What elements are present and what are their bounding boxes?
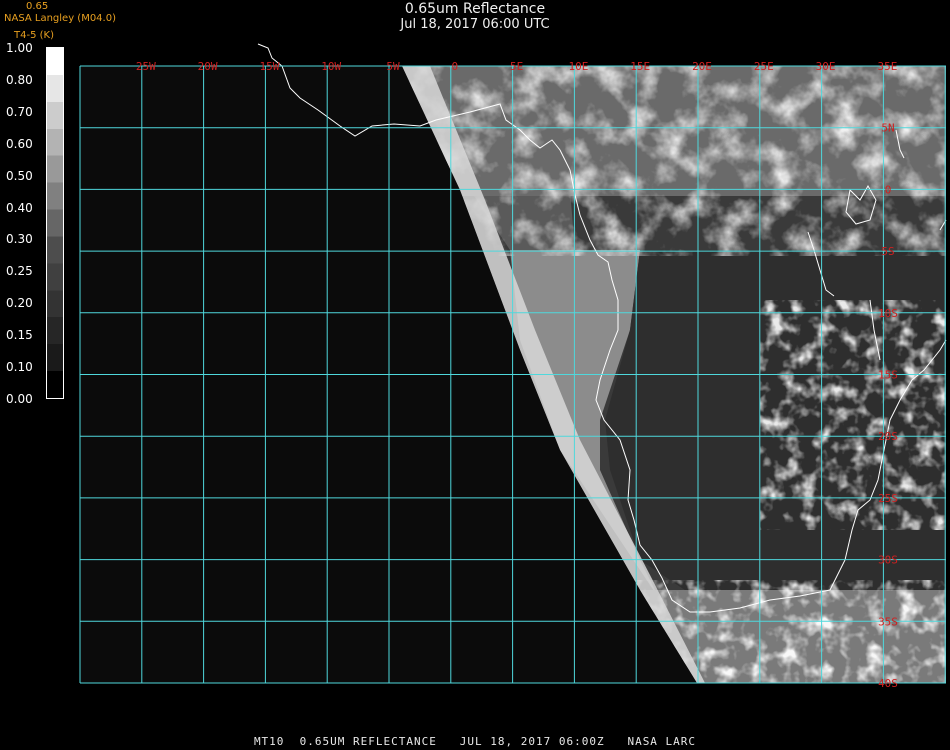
longitude-label: 30E <box>816 60 836 73</box>
colorbar <box>46 47 64 399</box>
credit-top: 0.65 <box>26 1 49 12</box>
satellite-map: 25W 20W 15W 10W 5W 0 5E 10E 15E 20E 25E 30E 35E 5N 0 5S… <box>79 43 947 690</box>
longitude-label: 35E <box>877 60 897 73</box>
longitude-label: 20E <box>692 60 712 73</box>
colorbar-tick-label: 0.50 <box>6 168 33 183</box>
colorbar-tick-label: 0.30 <box>6 232 33 247</box>
colorbar-tick-label: 1.00 <box>6 41 33 55</box>
credit-agency: NASA Langley (M04.0) <box>4 13 116 24</box>
credit-units: T4-5 (K) <box>14 30 54 41</box>
longitude-label: 5W <box>386 60 400 73</box>
latitude-label: 25S <box>878 492 898 505</box>
colorbar-tick-label: 0.00 <box>6 391 33 406</box>
longitude-label: 25W <box>136 60 156 73</box>
longitude-label: 10E <box>568 60 588 73</box>
colorbar-tick-label: 0.70 <box>6 104 33 119</box>
latitude-label: 30S <box>878 554 898 567</box>
longitude-label: 15W <box>259 60 279 73</box>
longitude-label: 25E <box>754 60 774 73</box>
latitude-label: 35S <box>878 615 898 628</box>
latitude-label: 10S <box>878 307 898 320</box>
longitude-label: 0 <box>451 60 458 73</box>
colorbar-tick-label: 0.20 <box>6 296 33 311</box>
page-subtitle: Jul 18, 2017 06:00 UTC <box>400 17 550 32</box>
latitude-label: 5S <box>881 245 894 258</box>
latitude-label: 0 <box>885 183 892 196</box>
footer-caption: MT10 0.65UM REFLECTANCE JUL 18, 2017 06:… <box>253 735 697 748</box>
colorbar-tick-label: 0.40 <box>6 200 33 215</box>
colorbar-tick-label: 0.15 <box>6 328 33 343</box>
page-title: 0.65um Reflectance <box>404 1 546 17</box>
longitude-label: 15E <box>630 60 650 73</box>
longitude-label: 10W <box>321 60 341 73</box>
latitude-label: 15S <box>878 369 898 382</box>
colorbar-tick-label: 0.25 <box>6 264 33 279</box>
latitude-label: 20S <box>878 430 898 443</box>
longitude-label: 20W <box>198 60 218 73</box>
colorbar-tick-label: 0.80 <box>6 72 33 87</box>
longitude-label: 5E <box>510 60 523 73</box>
latitude-label: 40S <box>878 677 898 690</box>
latitude-label: 5N <box>881 122 894 135</box>
colorbar-tick-label: 0.10 <box>6 360 33 374</box>
colorbar-tick-label: 0.60 <box>6 136 33 151</box>
